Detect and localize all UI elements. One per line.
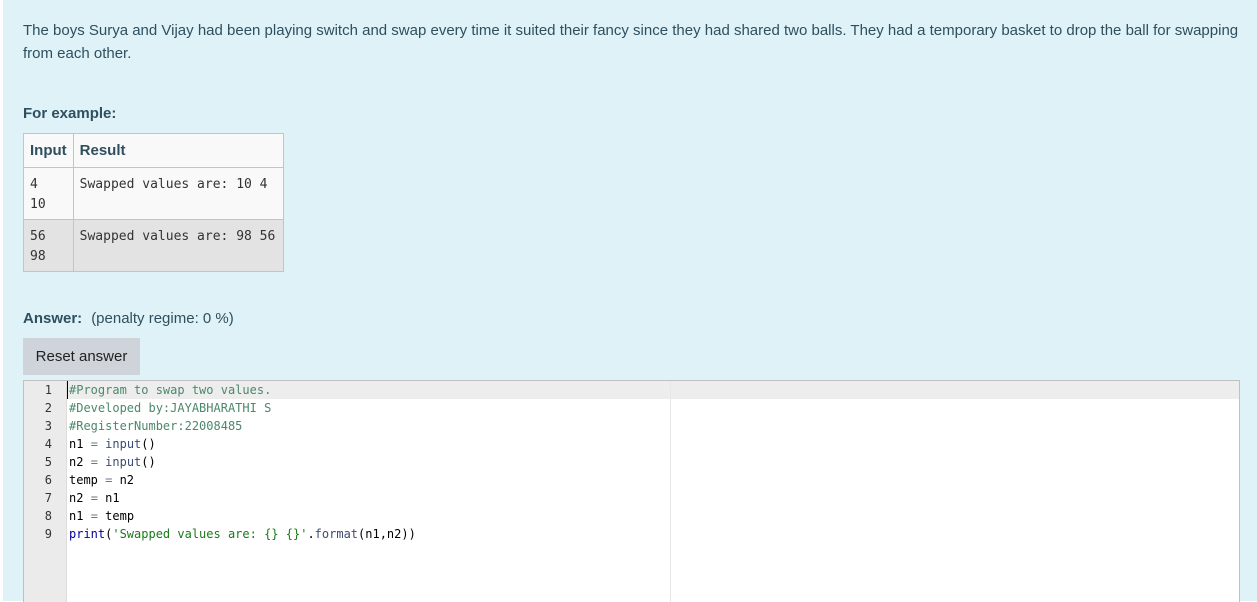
answer-label: Answer:	[23, 310, 83, 327]
code-text: #Developed by:JAYABHARATHI S	[69, 401, 272, 415]
table-row: 4 10 Swapped values are: 10 4	[23, 167, 284, 220]
code-text: #RegisterNumber:22008485	[69, 419, 243, 433]
code-line: 4 n1 = input()	[24, 435, 1239, 453]
answer-line: Answer: (penalty regime: 0 %)	[23, 310, 234, 327]
code-text: #Program to swap two values.	[69, 383, 272, 397]
question-text: The boys Surya and Vijay had been playin…	[23, 22, 1239, 62]
line-number: 5	[44, 455, 52, 469]
code-text: temp = n2	[69, 473, 135, 487]
column-header-input: Input	[23, 133, 74, 168]
code-text: n1 = input()	[69, 437, 156, 451]
code-line: 9 print('Swapped values are: {} {}'.forma…	[24, 525, 1239, 543]
code-line: 3 #RegisterNumber:22008485	[24, 417, 1239, 435]
line-number: 7	[44, 491, 52, 505]
code-line: 7 n2 = n1	[24, 489, 1239, 507]
code-editor[interactable]: 1 #Program to swap two values. 2 #Developed…	[23, 380, 1240, 602]
code-text: n1 = temp	[69, 509, 135, 523]
reset-answer-button[interactable]: Reset answer	[23, 338, 140, 375]
examples-table: Input Result 4 10 Swapped values are: 10…	[23, 133, 284, 272]
example-result-cell: Swapped values are: 98 56	[72, 219, 284, 272]
example-input-cell: 4 10	[23, 167, 74, 220]
code-line: 6 temp = n2	[24, 471, 1239, 489]
example-input-cell: 56 98	[23, 219, 74, 272]
column-header-result: Result	[72, 133, 284, 168]
line-number: 2	[44, 401, 52, 415]
line-number: 3	[44, 419, 52, 433]
code-line: 8 n1 = temp	[24, 507, 1239, 525]
code-line: 2 #Developed by:JAYABHARATHI S	[24, 399, 1239, 417]
table-row: 56 98 Swapped values are: 98 56	[23, 219, 284, 272]
line-number: 8	[44, 509, 52, 523]
code-text: print('Swapped values are: {} {}'.format…	[69, 527, 416, 541]
line-number: 9	[44, 527, 52, 541]
code-line: 1 #Program to swap two values.	[24, 381, 1239, 399]
code-line: 5 n2 = input()	[24, 453, 1239, 471]
code-text: n2 = input()	[69, 455, 156, 469]
code-text: n2 = n1	[69, 491, 120, 505]
penalty-regime-text: (penalty regime: 0 %)	[91, 310, 234, 327]
example-result-cell: Swapped values are: 10 4	[72, 167, 284, 220]
example-heading: For example:	[23, 105, 117, 122]
examples-header-row: Input Result	[23, 133, 284, 168]
question-panel: The boys Surya and Vijay had been playin…	[3, 0, 1257, 602]
line-number: 6	[44, 473, 52, 487]
line-number: 4	[44, 437, 52, 451]
line-number: 1	[44, 383, 52, 397]
